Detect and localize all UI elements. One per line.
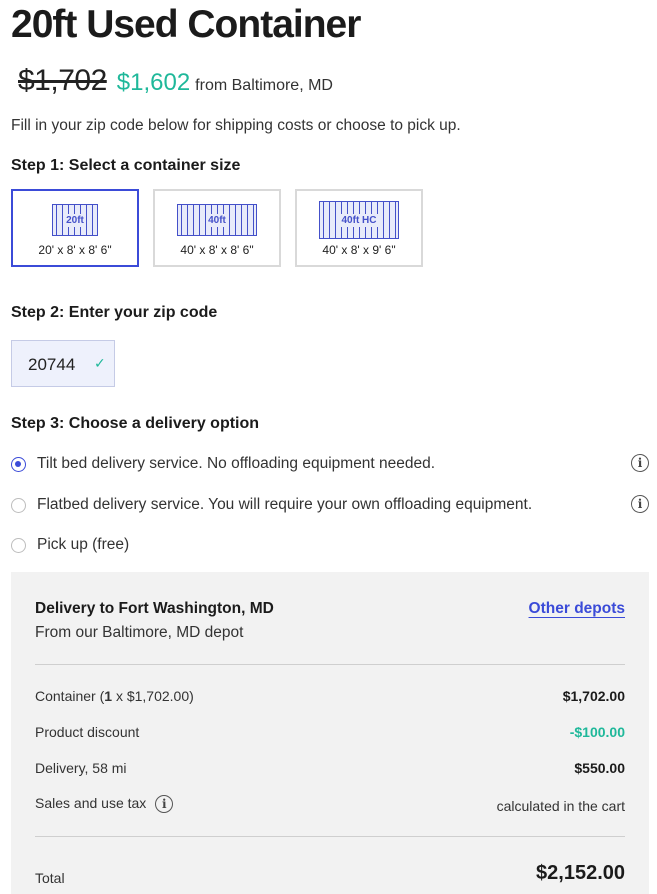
total-label: Total — [35, 870, 65, 886]
size-dimensions: 40' x 8' x 9' 6" — [322, 243, 396, 257]
container-badge: 40ft HC — [339, 213, 379, 227]
size-dimensions: 20' x 8' x 8' 6" — [38, 243, 112, 257]
size-dimensions: 40' x 8' x 8' 6" — [180, 243, 254, 257]
container-badge: 40ft — [206, 213, 228, 227]
delivery-option-label: Pick up (free) — [37, 536, 130, 553]
sale-price: $1,602 — [116, 69, 191, 96]
delivery-line: Delivery, 58 mi $550.00 — [35, 760, 625, 776]
delivery-line-label: Delivery, 58 mi — [35, 760, 127, 776]
intro-text: Fill in your zip code below for shipping… — [11, 117, 461, 134]
delivery-option-label: Flatbed delivery service. You will requi… — [37, 496, 533, 513]
original-price: $1,702 — [18, 64, 107, 97]
tax-line-label: Sales and use tax — [35, 795, 147, 811]
delivery-option-flatbed[interactable]: Flatbed delivery service. You will requi… — [11, 494, 651, 516]
price-row: $1,702 $1,602 from Baltimore, MD — [18, 64, 333, 98]
step3-heading: Step 3: Choose a delivery option — [11, 415, 260, 432]
delivery-option-label: Tilt bed delivery service. No offloading… — [37, 455, 436, 472]
size-option-20ft[interactable]: 20ft 20' x 8' x 8' 6" — [11, 189, 139, 267]
check-icon: ✓ — [94, 355, 106, 371]
delivery-line-value: $550.00 — [574, 760, 625, 776]
container-20ft-icon: 20ft — [52, 204, 98, 236]
divider — [35, 664, 625, 665]
order-summary-panel: Delivery to Fort Washington, MD From our… — [11, 572, 649, 894]
discount-line: Product discount -$100.00 — [35, 724, 625, 740]
radio-button[interactable] — [11, 456, 26, 472]
other-depots-link[interactable]: Other depots — [529, 600, 625, 618]
container-line-label: Container (1 x $1,702.00) — [35, 688, 194, 704]
size-option-40ft[interactable]: 40ft 40' x 8' x 8' 6" — [153, 189, 281, 267]
container-badge: 20ft — [64, 213, 86, 227]
step2-heading: Step 2: Enter your zip code — [11, 304, 218, 321]
radio-button[interactable] — [11, 497, 26, 513]
total-value: $2,152.00 — [536, 862, 625, 884]
divider — [35, 836, 625, 837]
discount-line-value: -$100.00 — [569, 724, 625, 740]
info-icon[interactable]: i — [631, 495, 649, 513]
step1-heading: Step 1: Select a container size — [11, 157, 241, 174]
container-40ft-icon: 40ft — [177, 204, 257, 236]
zip-code-value[interactable]: 20744 — [28, 355, 75, 375]
info-icon[interactable]: i — [155, 795, 174, 814]
discount-line-label: Product discount — [35, 724, 140, 740]
delivery-destination: Delivery to Fort Washington, MD — [35, 600, 274, 617]
container-40ft-hc-icon: 40ft HC — [319, 201, 399, 239]
delivery-option-pickup[interactable]: Pick up (free) — [11, 534, 651, 556]
container-line: Container (1 x $1,702.00) $1,702.00 — [35, 688, 625, 704]
depot-origin: From our Baltimore, MD depot — [35, 624, 244, 641]
info-icon[interactable]: i — [631, 454, 649, 472]
zip-code-input[interactable]: 20744 ✓ — [11, 340, 115, 387]
tax-line: Sales and use tax i calculated in the car… — [35, 795, 625, 814]
origin-location: from Baltimore, MD — [195, 77, 333, 94]
container-line-value: $1,702.00 — [562, 688, 625, 704]
delivery-option-tilt-bed[interactable]: Tilt bed delivery service. No offloading… — [11, 453, 651, 475]
size-option-40ft-hc[interactable]: 40ft HC 40' x 8' x 9' 6" — [295, 189, 423, 267]
page-title: 20ft Used Container — [11, 3, 361, 46]
tax-line-value: calculated in the cart — [496, 798, 625, 814]
radio-button[interactable] — [11, 537, 26, 553]
